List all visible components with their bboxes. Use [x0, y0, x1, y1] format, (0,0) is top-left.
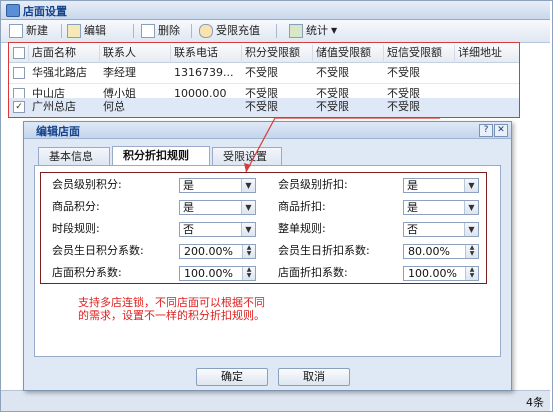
product-points-label: 商品积分:: [52, 200, 100, 213]
chevron-down-icon[interactable]: ▼: [241, 179, 255, 192]
new-button[interactable]: 新建: [9, 23, 48, 39]
toolbar-divider: [61, 24, 62, 38]
member-level-discount-select[interactable]: 是 ▼: [403, 178, 479, 193]
birthday-discount-coefficient-label: 会员生日折扣系数:: [278, 244, 370, 257]
period-rule-select[interactable]: 否 ▼: [179, 222, 256, 237]
store-discount-coefficient-input[interactable]: 100.00% ▲ ▼: [403, 266, 479, 281]
birthday-discount-coefficient-input[interactable]: 80.00% ▲ ▼: [403, 244, 479, 259]
select-value: 是: [407, 201, 418, 214]
tab-limit-settings[interactable]: 受限设置: [212, 147, 282, 165]
product-discount-label: 商品折扣:: [278, 200, 326, 213]
chevron-down-icon[interactable]: ▼: [464, 223, 478, 236]
member-level-discount-label: 会员级别折扣:: [278, 178, 348, 191]
product-discount-select[interactable]: 是 ▼: [403, 200, 479, 215]
product-points-select[interactable]: 是 ▼: [179, 200, 256, 215]
tab-basic-info[interactable]: 基本信息: [38, 147, 110, 165]
chevron-down-icon[interactable]: ▼: [241, 201, 255, 214]
window-titlebar: 店面设置: [1, 1, 550, 20]
toolbar-divider: [133, 24, 134, 38]
grid-highlight-frame: [8, 42, 520, 118]
select-value: 是: [407, 179, 418, 192]
rules-form: 会员级别积分: 是 ▼ 会员级别折扣: 是 ▼ 商品积分: 是 ▼ 商品折扣: …: [40, 172, 487, 284]
annotation-line: 支持多店连锁，不同店面可以根据不同: [78, 296, 265, 309]
cancel-button[interactable]: 取消: [278, 368, 350, 386]
delete-button[interactable]: 删除: [141, 23, 180, 39]
spinner-icon[interactable]: ▲ ▼: [465, 245, 478, 258]
record-count: 4条: [526, 396, 544, 409]
new-label: 新建: [26, 24, 48, 37]
limit-recharge-button[interactable]: 受限充值: [199, 23, 260, 39]
spinner-icon[interactable]: ▲ ▼: [242, 267, 255, 280]
member-level-points-label: 会员级别积分:: [52, 178, 122, 191]
input-value: 100.00%: [408, 267, 457, 280]
store-points-coefficient-input[interactable]: 100.00% ▲ ▼: [179, 266, 256, 281]
close-icon[interactable]: ✕: [494, 124, 508, 137]
chevron-down-icon[interactable]: ▼: [464, 179, 478, 192]
new-file-icon: [9, 24, 23, 38]
chart-icon: [289, 24, 303, 38]
annotation-line: 的需求，设置不一样的积分折扣规则。: [78, 309, 265, 322]
status-bar: 4条: [1, 390, 550, 411]
edit-store-dialog: 编辑店面 ? ✕ 基本信息 积分折扣规则 受限设置 会员级别积分: 是 ▼ 会员…: [23, 121, 512, 391]
toolbar: 新建 编辑 删除 受限充值 统计 ▼: [1, 20, 550, 43]
select-value: 否: [183, 223, 194, 236]
stats-label: 统计: [306, 24, 328, 37]
store-points-coefficient-label: 店面积分系数:: [52, 266, 122, 279]
select-value: 是: [183, 201, 194, 214]
select-value: 否: [407, 223, 418, 236]
member-level-points-select[interactable]: 是 ▼: [179, 178, 256, 193]
select-value: 是: [183, 179, 194, 192]
order-rule-label: 整单规则:: [278, 222, 326, 235]
tab-points-discount-rules[interactable]: 积分折扣规则: [112, 146, 210, 165]
store-discount-coefficient-label: 店面折扣系数:: [278, 266, 348, 279]
birthday-points-coefficient-input[interactable]: 200.00% ▲ ▼: [179, 244, 256, 259]
chevron-down-icon[interactable]: ▼: [464, 201, 478, 214]
edit-button[interactable]: 编辑: [67, 23, 106, 39]
order-rule-select[interactable]: 否 ▼: [403, 222, 479, 237]
chevron-down-icon: ▼: [331, 26, 338, 35]
delete-label: 删除: [158, 24, 180, 37]
toolbar-divider: [191, 24, 192, 38]
input-value: 80.00%: [408, 245, 450, 258]
birthday-points-coefficient-label: 会员生日积分系数:: [52, 244, 144, 257]
annotation-note: 支持多店连锁，不同店面可以根据不同 的需求，设置不一样的积分折扣规则。: [78, 296, 265, 322]
window-icon: [6, 4, 20, 17]
help-icon[interactable]: ?: [479, 124, 493, 137]
period-rule-label: 时段规则:: [52, 222, 100, 235]
limit-recharge-label: 受限充值: [216, 24, 260, 37]
chevron-down-icon[interactable]: ▼: [241, 223, 255, 236]
edit-icon: [67, 24, 81, 38]
window-title: 店面设置: [23, 5, 67, 18]
input-value: 200.00%: [184, 245, 233, 258]
stats-dropdown-button[interactable]: 统计 ▼: [289, 23, 337, 39]
recharge-icon: [199, 24, 213, 38]
edit-label: 编辑: [84, 24, 106, 37]
spinner-icon[interactable]: ▲ ▼: [465, 267, 478, 280]
input-value: 100.00%: [184, 267, 233, 280]
dialog-titlebar: 编辑店面 ? ✕: [24, 122, 511, 139]
toolbar-divider: [276, 24, 277, 38]
spinner-icon[interactable]: ▲ ▼: [242, 245, 255, 258]
delete-icon: [141, 24, 155, 38]
ok-button[interactable]: 确定: [196, 368, 268, 386]
dialog-title: 编辑店面: [36, 125, 80, 138]
